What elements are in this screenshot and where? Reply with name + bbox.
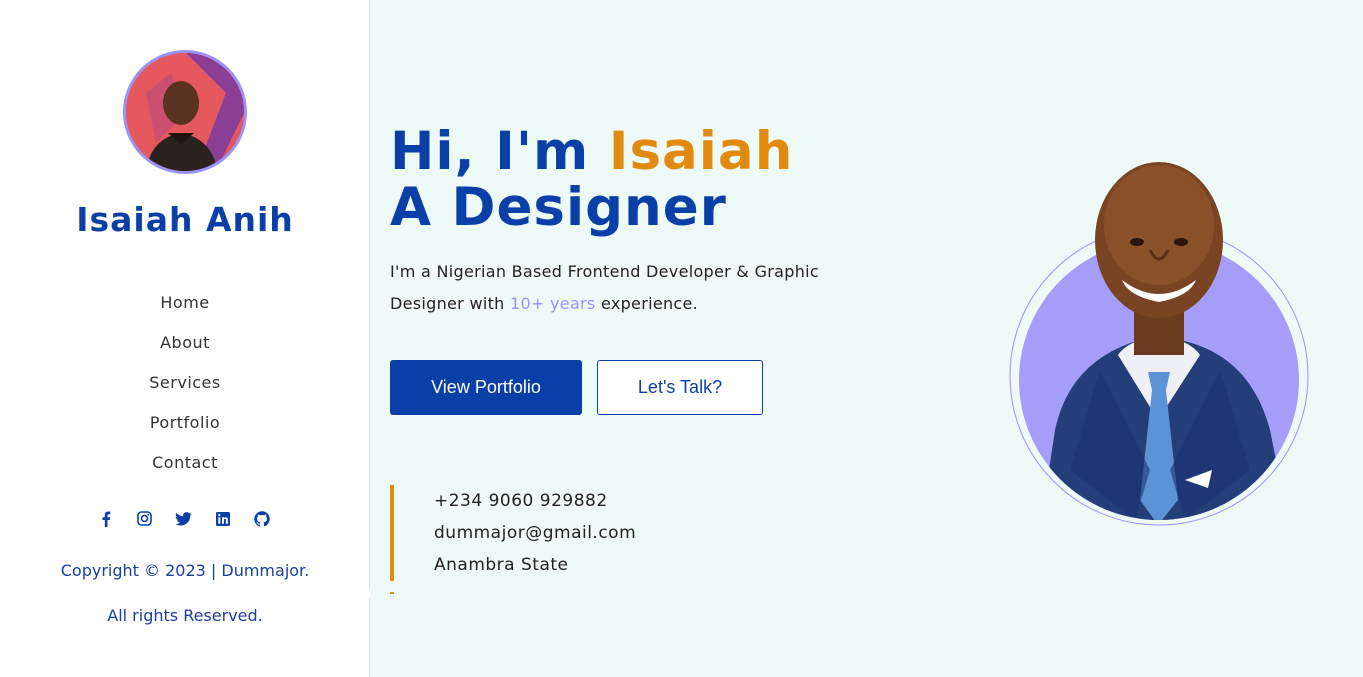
instagram-icon[interactable] <box>135 509 154 528</box>
lets-talk-button[interactable]: Let's Talk? <box>597 360 763 415</box>
social-links <box>96 509 271 528</box>
avatar <box>123 50 247 174</box>
clip-divider <box>0 590 370 598</box>
nav-item-services[interactable]: Services <box>0 369 370 409</box>
contact-info: +234 9060 929882 dummajor@gmail.com Anam… <box>434 487 636 583</box>
nav-item-home[interactable]: Home <box>0 289 370 329</box>
hero-role: A Designer <box>390 177 727 238</box>
desc-highlight: 10+ years <box>509 294 596 313</box>
contact-accent-bar <box>390 485 394 581</box>
github-icon[interactable] <box>252 509 271 528</box>
view-portfolio-button[interactable]: View Portfolio <box>390 360 582 415</box>
copyright-line-1: Copyright © 2023 | Dummajor. <box>60 561 310 580</box>
nav-item-contact[interactable]: Contact <box>0 449 370 489</box>
sidebar-nav: Home About Services Portfolio Contact <box>0 289 370 489</box>
twitter-icon[interactable] <box>174 509 193 528</box>
copyright-line-2: All rights Reserved. <box>107 606 263 625</box>
nav-item-portfolio[interactable]: Portfolio <box>0 409 370 449</box>
hero-title: Hi, I'm Isaiah A Designer <box>390 124 793 236</box>
facebook-icon[interactable] <box>96 509 115 528</box>
sidebar-name: Isaiah Anih <box>76 200 294 239</box>
hero-portrait <box>1000 140 1320 530</box>
sidebar: Isaiah Anih Home About Services Portfoli… <box>0 0 370 677</box>
linkedin-icon[interactable] <box>213 509 232 528</box>
contact-location: Anambra State <box>434 555 569 575</box>
hero-name: Isaiah <box>608 121 794 182</box>
contact-phone: +234 9060 929882 <box>434 491 608 511</box>
hero-greeting: Hi, I'm <box>390 121 609 182</box>
contact-accent-tick <box>390 592 394 594</box>
desc-after: experience. <box>595 294 699 313</box>
nav-item-about[interactable]: About <box>0 329 370 369</box>
contact-email: dummajor@gmail.com <box>434 523 637 543</box>
hero-description: I'm a Nigerian Based Frontend Developer … <box>390 256 850 320</box>
